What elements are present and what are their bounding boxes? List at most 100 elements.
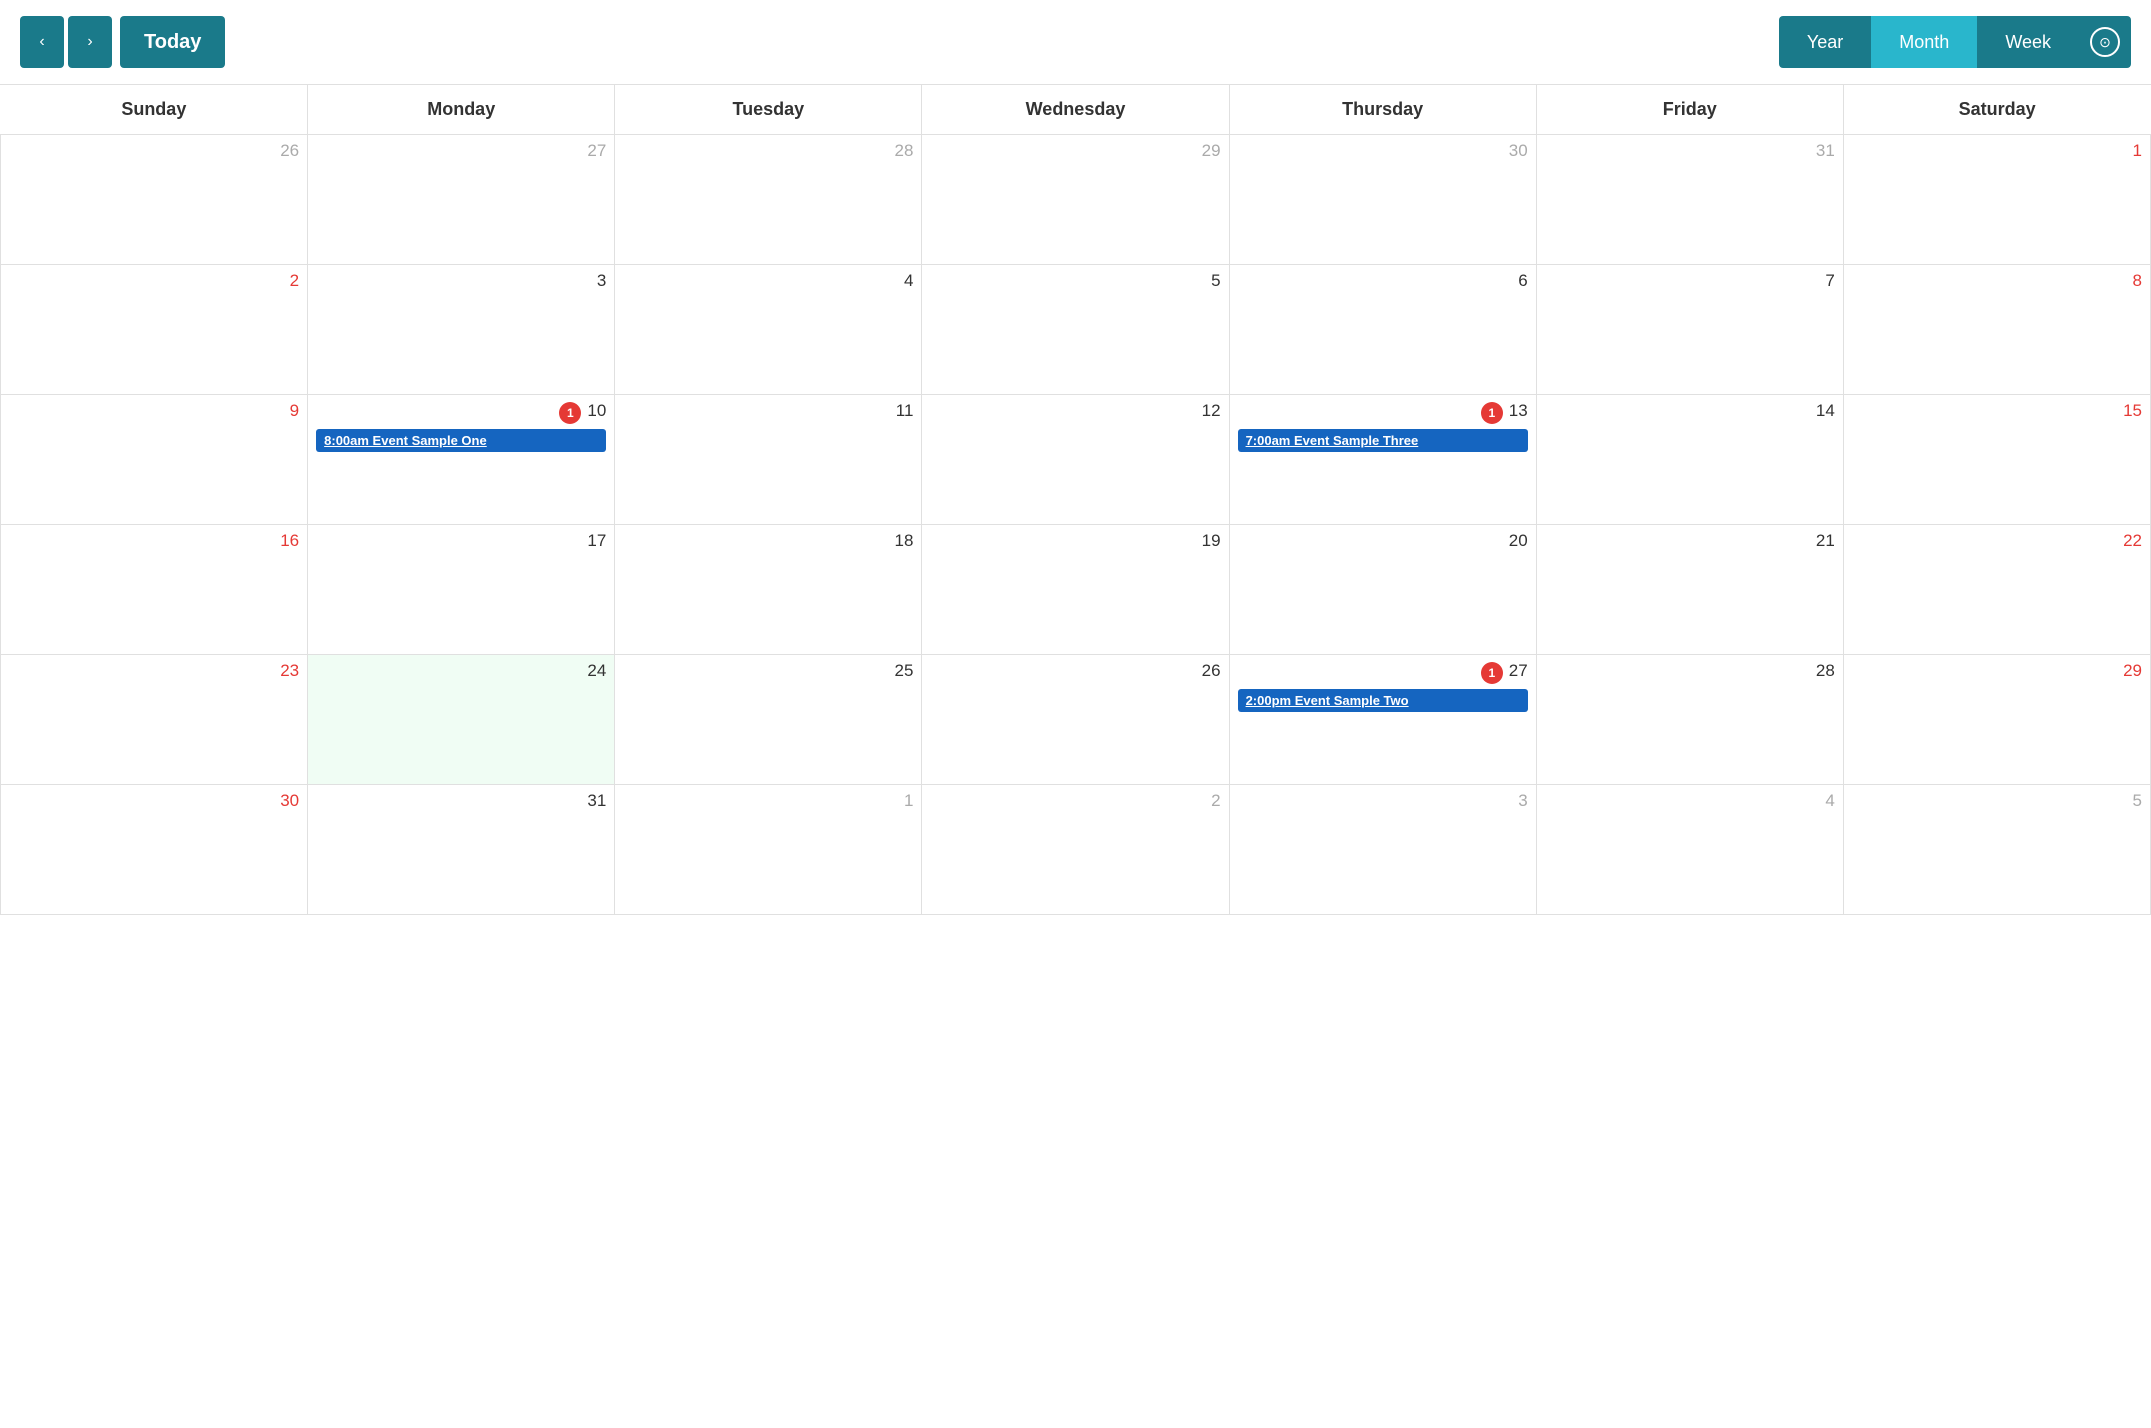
day-number: 29 bbox=[2123, 661, 2142, 681]
calendar-day[interactable]: 15 bbox=[1843, 395, 2150, 525]
calendar-day[interactable]: 31 bbox=[1536, 135, 1843, 265]
day-number: 30 bbox=[280, 791, 299, 811]
week-view-button[interactable]: Week bbox=[1977, 16, 2079, 68]
calendar-day[interactable]: 1 27 2:00pm Event Sample Two bbox=[1229, 655, 1536, 785]
calendar-day[interactable]: 2 bbox=[1, 265, 308, 395]
calendar-day[interactable]: 29 bbox=[922, 135, 1229, 265]
calendar-week-1: 2 3 45 678 bbox=[1, 265, 2151, 395]
day-number: 1 bbox=[904, 791, 913, 811]
calendar-week-4: 2324 25 26 1 27 2:00pm Event Sample Two 28 29 bbox=[1, 655, 2151, 785]
saturday-header: Saturday bbox=[1843, 85, 2150, 135]
day-number: 27 bbox=[587, 141, 606, 161]
calendar-day[interactable]: 1 bbox=[615, 785, 922, 915]
day-number: 31 bbox=[587, 791, 606, 811]
sunday-header: Sunday bbox=[1, 85, 308, 135]
today-button[interactable]: Today bbox=[120, 16, 225, 68]
calendar-day[interactable]: 25 bbox=[615, 655, 922, 785]
day-number: 19 bbox=[1202, 531, 1221, 551]
day-number: 29 bbox=[1202, 141, 1221, 161]
day-number: 1 bbox=[2133, 141, 2142, 161]
event-badge: 1 bbox=[559, 402, 581, 424]
calendar-day[interactable]: 16 bbox=[1, 525, 308, 655]
month-view-button[interactable]: Month bbox=[1871, 16, 1977, 68]
day-number: 4 bbox=[1825, 791, 1834, 811]
day-number: 13 bbox=[1509, 401, 1528, 421]
day-number: 22 bbox=[2123, 531, 2142, 551]
event-item[interactable]: 2:00pm Event Sample Two bbox=[1238, 689, 1528, 712]
calendar-day[interactable]: 26 bbox=[1, 135, 308, 265]
day-number: 30 bbox=[1509, 141, 1528, 161]
nav-controls: ‹ › Today bbox=[20, 16, 225, 68]
calendar-day[interactable]: 11 bbox=[615, 395, 922, 525]
day-number: 25 bbox=[895, 661, 914, 681]
calendar-day[interactable]: 1 10 8:00am Event Sample One bbox=[308, 395, 615, 525]
calendar-week-0: 26 27 28 29 30 31 1 bbox=[1, 135, 2151, 265]
day-number: 17 bbox=[587, 531, 606, 551]
day-number: 5 bbox=[2133, 791, 2142, 811]
calendar-week-5: 30 31 123 4 5 bbox=[1, 785, 2151, 915]
calendar-day[interactable]: 9 bbox=[1, 395, 308, 525]
calendar-header: ‹ › Today Year Month Week ⊙ bbox=[0, 0, 2151, 85]
calendar-day[interactable]: 18 bbox=[615, 525, 922, 655]
day-number: 26 bbox=[280, 141, 299, 161]
calendar-day[interactable]: 26 bbox=[922, 655, 1229, 785]
calendar-day[interactable]: 4 bbox=[615, 265, 922, 395]
day-number: 6 bbox=[1518, 271, 1527, 291]
calendar-day[interactable]: 28 bbox=[1536, 655, 1843, 785]
calendar-day[interactable]: 6 bbox=[1229, 265, 1536, 395]
day-number: 16 bbox=[280, 531, 299, 551]
day-number: 3 bbox=[597, 271, 606, 291]
calendar-day[interactable]: 22 bbox=[1843, 525, 2150, 655]
thursday-header: Thursday bbox=[1229, 85, 1536, 135]
calendar-day[interactable]: 1 13 7:00am Event Sample Three bbox=[1229, 395, 1536, 525]
calendar-day[interactable]: 30 bbox=[1, 785, 308, 915]
calendar-day[interactable]: 7 bbox=[1536, 265, 1843, 395]
day-number: 20 bbox=[1509, 531, 1528, 551]
calendar-day[interactable]: 2 bbox=[922, 785, 1229, 915]
day-number: 12 bbox=[1202, 401, 1221, 421]
download-button[interactable]: ⊙ bbox=[2079, 16, 2131, 68]
calendar-day[interactable]: 20 bbox=[1229, 525, 1536, 655]
event-item[interactable]: 8:00am Event Sample One bbox=[316, 429, 606, 452]
day-number: 18 bbox=[895, 531, 914, 551]
year-view-button[interactable]: Year bbox=[1779, 16, 1871, 68]
calendar-day[interactable]: 14 bbox=[1536, 395, 1843, 525]
calendar-day[interactable]: 5 bbox=[1843, 785, 2150, 915]
day-number: 9 bbox=[290, 401, 299, 421]
event-item[interactable]: 7:00am Event Sample Three bbox=[1238, 429, 1528, 452]
calendar-day[interactable]: 12 bbox=[922, 395, 1229, 525]
event-badge: 1 bbox=[1481, 662, 1503, 684]
day-number: 11 bbox=[896, 401, 914, 421]
calendar-day[interactable]: 29 bbox=[1843, 655, 2150, 785]
next-button[interactable]: › bbox=[68, 16, 112, 68]
calendar-day[interactable]: 27 bbox=[308, 135, 615, 265]
calendar-day[interactable]: 1 bbox=[1843, 135, 2150, 265]
prev-button[interactable]: ‹ bbox=[20, 16, 64, 68]
calendar-day[interactable]: 21 bbox=[1536, 525, 1843, 655]
day-headers: Sunday Monday Tuesday Wednesday Thursday… bbox=[1, 85, 2151, 135]
day-number: 31 bbox=[1816, 141, 1835, 161]
calendar-day[interactable]: 17 bbox=[308, 525, 615, 655]
calendar-day[interactable]: 8 bbox=[1843, 265, 2150, 395]
calendar-day[interactable]: 3 bbox=[1229, 785, 1536, 915]
day-number: 10 bbox=[587, 401, 606, 421]
day-number: 2 bbox=[290, 271, 299, 291]
day-number: 27 bbox=[1509, 661, 1528, 681]
calendar-day[interactable]: 3 bbox=[308, 265, 615, 395]
calendar-week-3: 16 17 18 19 20 21 22 bbox=[1, 525, 2151, 655]
event-badge: 1 bbox=[1481, 402, 1503, 424]
day-number: 28 bbox=[1816, 661, 1835, 681]
calendar-day[interactable]: 19 bbox=[922, 525, 1229, 655]
day-number: 15 bbox=[2123, 401, 2142, 421]
calendar-day[interactable]: 5 bbox=[922, 265, 1229, 395]
calendar-day[interactable]: 28 bbox=[615, 135, 922, 265]
calendar-day[interactable]: 31 bbox=[308, 785, 615, 915]
day-number: 4 bbox=[904, 271, 913, 291]
calendar-week-2: 9 1 10 8:00am Event Sample One 11 12 1 13 7:00am… bbox=[1, 395, 2151, 525]
calendar-day[interactable]: 24 bbox=[308, 655, 615, 785]
calendar-table: Sunday Monday Tuesday Wednesday Thursday… bbox=[0, 85, 2151, 915]
calendar-day[interactable]: 23 bbox=[1, 655, 308, 785]
calendar-day[interactable]: 4 bbox=[1536, 785, 1843, 915]
day-number: 21 bbox=[1816, 531, 1835, 551]
calendar-day[interactable]: 30 bbox=[1229, 135, 1536, 265]
